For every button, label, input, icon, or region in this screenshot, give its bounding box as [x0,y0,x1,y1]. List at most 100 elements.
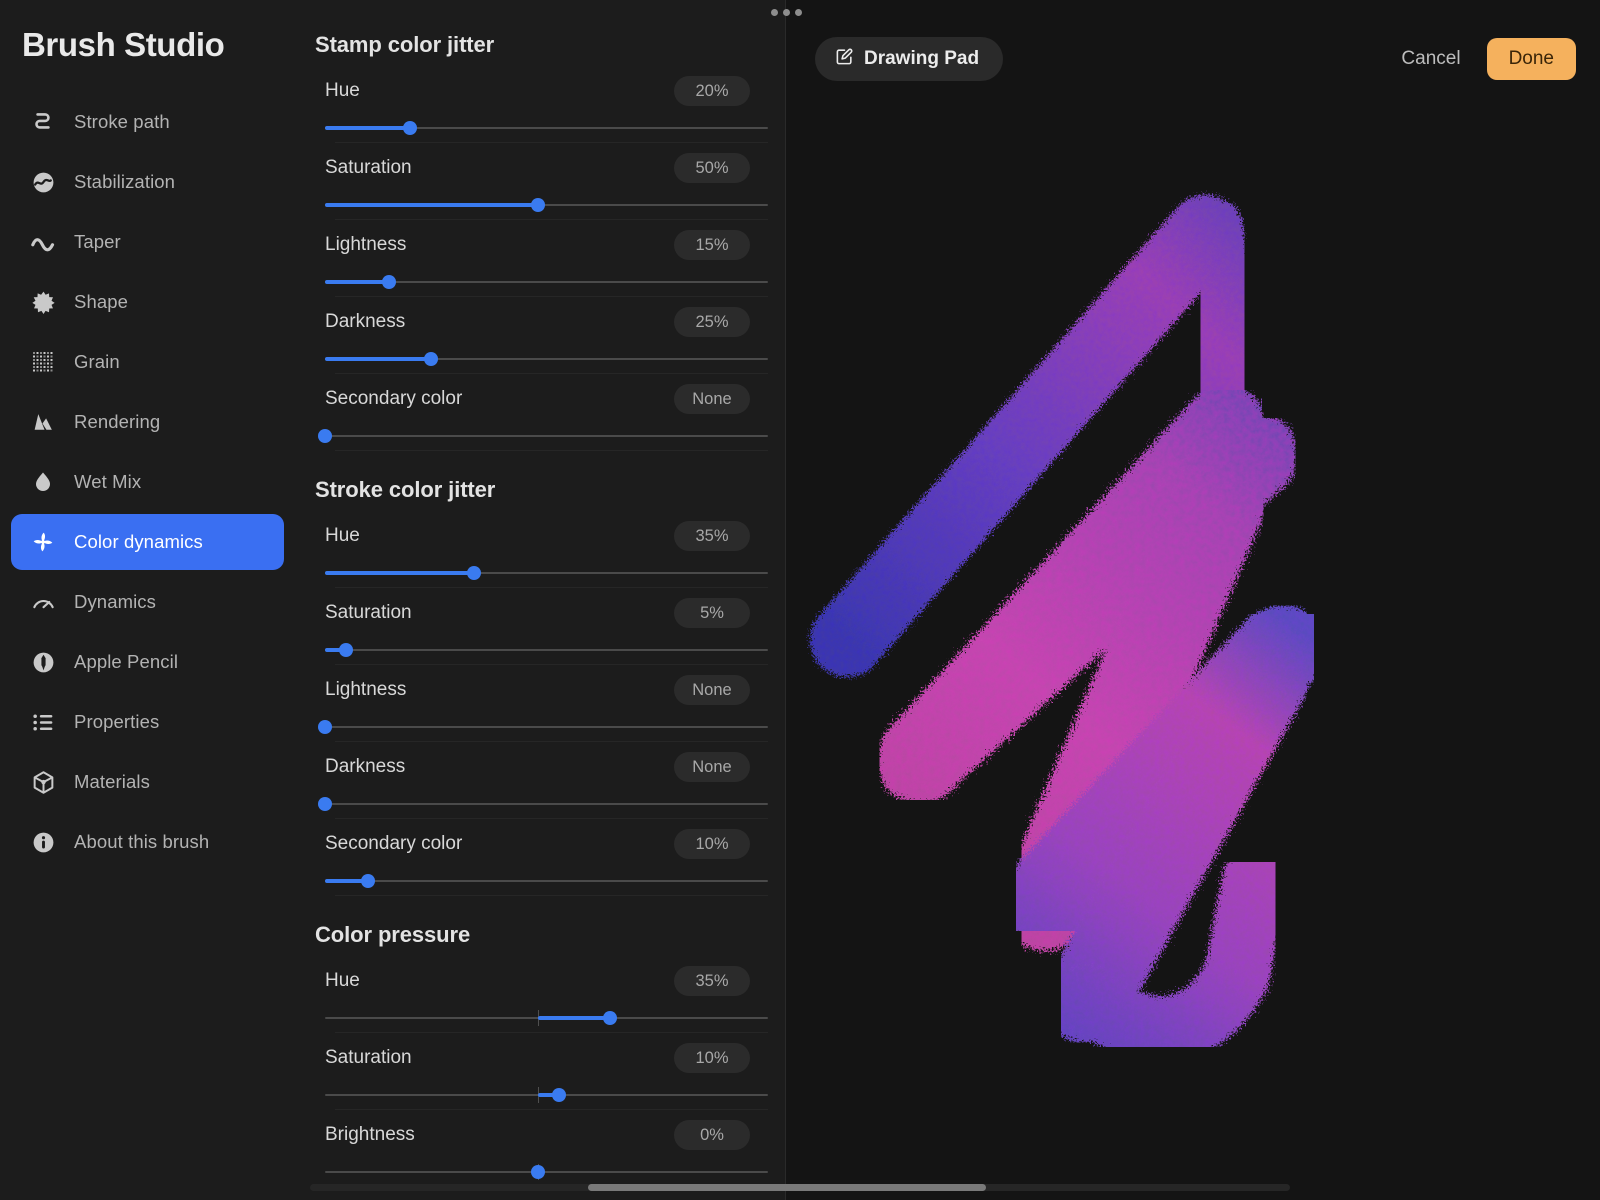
done-button[interactable]: Done [1486,38,1576,80]
sidebar-item-label: Dynamics [74,591,157,612]
drag-dot [771,9,778,16]
sidebar-item-properties[interactable]: Properties [11,694,284,750]
setting-slider[interactable] [325,561,768,585]
sidebar: Brush Studio Stroke path Stabilization Tap… [0,0,295,1200]
setting-row: Hue 35% [315,511,768,588]
setting-slider[interactable] [325,1006,768,1030]
group-title: Color pressure [315,922,471,947]
sidebar-item-about-this-brush[interactable]: About this brush [11,814,284,870]
slider-thumb[interactable] [424,352,439,366]
sidebar-item-label: Stroke path [74,111,170,132]
slider-thumb[interactable] [381,275,396,289]
slider-thumb[interactable] [318,429,332,443]
setting-slider[interactable] [325,347,768,371]
slider-track [325,880,768,882]
setting-row-head: Secondary color 10% [325,819,750,869]
setting-slider[interactable] [325,1083,768,1107]
setting-row-head: Lightness None [325,665,750,715]
slider-thumb[interactable] [602,1011,617,1025]
horizontal-scrollbar-thumb[interactable] [588,1184,986,1191]
setting-slider[interactable] [318,792,768,816]
slider-track [325,1171,768,1173]
setting-row: Saturation 5% [315,588,768,665]
setting-row: Brightness 0% [315,1110,768,1187]
setting-value-pill[interactable]: 35% [674,521,750,551]
setting-row-head: Secondary color None [325,374,750,424]
setting-slider[interactable] [325,270,768,294]
setting-value-pill[interactable]: 35% [674,966,750,996]
sidebar-nav-list: Stroke path Stabilization Taper Shape Grain R… [0,92,295,872]
setting-row: Darkness 25% [315,297,768,374]
setting-value-pill[interactable]: 25% [674,307,750,337]
brush-stroke-svg [810,193,1330,1062]
settings-groups: Stamp color jitter Hue 20% Saturation 50% Lig… [295,0,785,1187]
setting-label: Secondary color [325,833,463,854]
setting-slider[interactable] [318,715,768,739]
sidebar-item-apple-pencil[interactable]: Apple Pencil [11,634,284,690]
sidebar-item-label: Properties [74,711,160,732]
setting-value-pill[interactable]: None [674,752,750,782]
setting-slider[interactable] [318,424,768,448]
setting-value-pill[interactable]: 15% [674,230,750,260]
slider-thumb[interactable] [530,198,545,212]
drag-dot [783,9,790,16]
drawing-pad-button[interactable]: Drawing Pad [815,37,1004,81]
slider-fill [325,571,474,575]
slider-track [325,649,768,651]
sidebar-item-stroke-path[interactable]: Stroke path [11,94,284,150]
setting-row: Secondary color None [315,374,768,451]
slider-thumb[interactable] [466,566,481,580]
setting-row: Hue 20% [315,66,768,143]
brush-preview-canvas[interactable]: Drawing Pad Cancel Done [785,0,1600,1200]
setting-value-pill[interactable]: 10% [674,829,750,859]
setting-row-head: Darkness None [325,742,750,792]
cancel-button[interactable]: Cancel [1401,48,1460,70]
setting-slider[interactable] [325,193,768,217]
sidebar-item-dynamics[interactable]: Dynamics [11,574,284,630]
setting-value-pill[interactable]: None [674,384,750,414]
setting-value-pill[interactable]: None [674,675,750,705]
slider-thumb[interactable] [403,121,417,135]
properties-list-icon [28,707,58,737]
drawing-pad-label: Drawing Pad [864,48,980,69]
slider-thumb[interactable] [318,720,332,734]
settings-group: Stamp color jitter Hue 20% Saturation 50% Lig… [315,32,768,451]
sidebar-item-label: Grain [74,351,120,372]
slider-track [325,726,768,728]
slider-thumb[interactable] [530,1165,545,1179]
header-actions: Cancel Done [1401,38,1576,80]
setting-slider[interactable] [325,116,768,140]
brush-stroke-artwork [785,0,1600,1200]
slider-thumb[interactable] [318,797,332,811]
sidebar-item-shape[interactable]: Shape [11,274,284,330]
setting-value-pill[interactable]: 10% [674,1043,750,1073]
setting-value-pill[interactable]: 5% [674,598,750,628]
taper-icon [28,227,58,257]
setting-slider[interactable] [325,638,768,662]
setting-row: Lightness 15% [315,220,768,297]
settings-panel[interactable]: Stamp color jitter Hue 20% Saturation 50% Lig… [295,0,785,1200]
slider-thumb[interactable] [339,643,354,657]
sidebar-item-label: Taper [74,231,121,252]
sidebar-item-grain[interactable]: Grain [11,334,284,390]
sidebar-item-color-dynamics[interactable]: Color dynamics [11,514,284,570]
drag-handle-dots[interactable] [771,9,802,16]
setting-value-pill[interactable]: 20% [674,76,750,106]
slider-thumb[interactable] [551,1088,566,1102]
setting-slider[interactable] [325,869,768,893]
sidebar-item-materials[interactable]: Materials [11,754,284,810]
sidebar-item-label: Materials [74,771,150,792]
row-separator [335,895,768,896]
setting-row: Saturation 10% [315,1033,768,1110]
slider-fill [325,280,389,284]
sidebar-item-wet-mix[interactable]: Wet Mix [11,454,284,510]
stroke-path-icon [28,107,58,137]
setting-value-pill[interactable]: 0% [674,1120,750,1150]
sidebar-item-rendering[interactable]: Rendering [11,394,284,450]
setting-slider[interactable] [325,1160,768,1184]
setting-value-pill[interactable]: 50% [674,153,750,183]
sidebar-item-stabilization[interactable]: Stabilization [11,154,284,210]
setting-row-head: Lightness 15% [325,220,750,270]
sidebar-item-taper[interactable]: Taper [11,214,284,270]
slider-thumb[interactable] [360,874,375,888]
